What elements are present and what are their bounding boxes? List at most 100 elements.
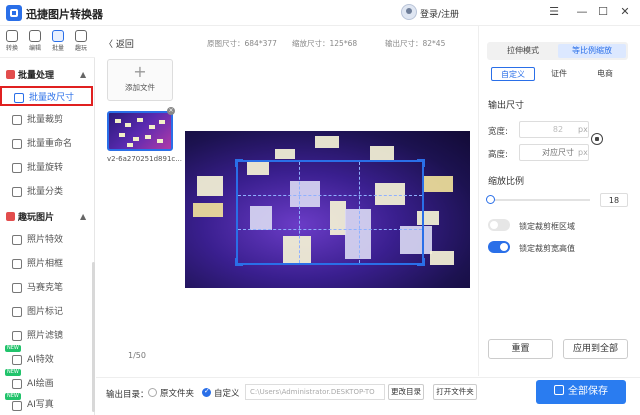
ai-painting-icon: [12, 379, 22, 389]
mode-tabs: 拉伸模式 等比例缩放: [487, 42, 628, 60]
tab-custom[interactable]: 自定义: [491, 67, 535, 81]
original-size-text: 原图尺寸：684*377: [207, 39, 277, 48]
tab-ecommerce[interactable]: 电商: [583, 67, 627, 81]
resize-icon: [14, 93, 24, 103]
lock-icon[interactable]: [591, 133, 603, 145]
close-icon[interactable]: ✕: [617, 4, 633, 20]
app-title: 迅捷图片转换器: [26, 8, 103, 21]
sidebar-scrollbar[interactable]: [92, 262, 95, 412]
sidebar-item-photo-filter[interactable]: 照片滤镜: [0, 326, 93, 346]
crop-handle[interactable]: [235, 258, 243, 266]
user-avatar-icon[interactable]: [401, 4, 417, 20]
chevron-up-icon[interactable]: ▲: [80, 70, 86, 79]
sidebar-item-batch-rotate[interactable]: 批量旋转: [0, 158, 93, 178]
sidebar-item-batch-resize[interactable]: 批量改尺寸: [0, 86, 93, 106]
lock-ratio-toggle[interactable]: [488, 241, 510, 253]
ai-effects-icon: [12, 355, 22, 365]
fun-heading[interactable]: 趣玩图片: [6, 210, 54, 223]
output-path-field[interactable]: C:\Users\Administrator.DESKTOP-TO: [245, 384, 385, 400]
classify-icon: [12, 187, 22, 197]
height-unit: px: [578, 148, 588, 157]
sidebar-item-mosaic[interactable]: 马赛克笔: [0, 278, 93, 298]
filter-icon: [12, 331, 22, 341]
chevron-left-icon: 〈: [104, 40, 116, 50]
lock-crop-label: 锁定裁剪框区域: [519, 222, 575, 231]
batch-heading[interactable]: 批量处理: [6, 68, 54, 81]
scale-slider-track[interactable]: [490, 199, 590, 201]
rename-icon: [12, 139, 22, 149]
original-folder-label: 原文件夹: [160, 389, 195, 399]
sidebar-item-batch-classify[interactable]: 批量分类: [0, 182, 93, 202]
sidebar: 批量处理 ▲ 批量改尺寸 批量裁剪 批量重命名 批量旋转 批量分类 趣玩图片 ▲…: [0, 58, 95, 415]
menu-icon[interactable]: ☰: [546, 4, 562, 20]
back-button[interactable]: 〈 返回: [104, 37, 134, 50]
maximize-icon[interactable]: ☐: [595, 4, 611, 20]
mosaic-icon: [12, 283, 22, 293]
category-rail: 转换 编辑 批量 趣玩: [0, 26, 95, 58]
radio-custom-folder[interactable]: [202, 387, 211, 397]
sidebar-item-ai-painting[interactable]: AI绘画: [0, 374, 93, 394]
crop-frame[interactable]: [235, 159, 425, 266]
crop-handle[interactable]: [417, 258, 425, 266]
sidebar-item-ai-effects[interactable]: AI特效: [0, 350, 93, 370]
scale-heading: 缩放比例: [488, 177, 525, 187]
crop-handle[interactable]: [417, 159, 425, 167]
reset-button[interactable]: 重置: [488, 339, 553, 359]
sidebar-item-photo-frame[interactable]: 照片相框: [0, 254, 93, 274]
radio-original-folder[interactable]: [148, 388, 157, 397]
page-count: 1/50: [128, 351, 146, 360]
rail-batch[interactable]: 批量: [47, 28, 69, 56]
edit-icon: [29, 30, 41, 42]
apply-all-button[interactable]: 应用到全部: [563, 339, 628, 359]
rotate-icon: [12, 163, 22, 173]
login-link[interactable]: 登录/注册: [420, 7, 459, 20]
crop-icon: [12, 115, 22, 125]
change-dir-button[interactable]: 更改目录: [388, 384, 424, 400]
ai-portrait-icon: [12, 401, 22, 411]
fun-icon: [75, 30, 87, 42]
batch-icon: [52, 30, 64, 42]
tab-id-photo[interactable]: 证件: [537, 67, 581, 81]
sidebar-item-batch-crop[interactable]: 批量裁剪: [0, 110, 93, 130]
chevron-up-icon[interactable]: ▲: [80, 212, 86, 221]
width-unit: px: [578, 125, 588, 134]
rail-fun[interactable]: 趣玩: [70, 28, 92, 56]
fun-category-icon: [6, 212, 15, 221]
frame-icon: [12, 259, 22, 269]
minimize-icon[interactable]: —: [574, 4, 590, 20]
batch-category-icon: [6, 70, 15, 79]
tab-stretch-mode[interactable]: 拉伸模式: [489, 44, 557, 58]
save-all-button[interactable]: 全部保存: [536, 380, 626, 404]
output-dir-label: 输出目录：: [106, 390, 149, 400]
effects-icon: [12, 235, 22, 245]
mark-icon: [12, 307, 22, 317]
add-file-button[interactable]: + 添加文件: [107, 59, 173, 101]
sidebar-item-photo-effects[interactable]: 照片特效: [0, 230, 93, 250]
tab-proportional-scale[interactable]: 等比例缩放: [558, 44, 626, 58]
scale-stepper[interactable]: [600, 193, 628, 207]
rail-convert[interactable]: 转换: [1, 28, 23, 56]
remove-file-icon[interactable]: ×: [167, 107, 175, 115]
plus-icon: +: [133, 62, 147, 81]
width-label: 宽度:: [488, 127, 508, 137]
scale-slider-handle[interactable]: [486, 195, 495, 204]
file-thumbnail[interactable]: [107, 111, 173, 151]
sidebar-item-ai-portrait[interactable]: AI写真: [0, 396, 93, 414]
app-logo-icon: [6, 5, 22, 21]
scaled-size-text: 缩放尺寸：125*68: [292, 39, 358, 48]
lock-ratio-label: 锁定裁剪宽高值: [519, 244, 575, 253]
rail-edit[interactable]: 编辑: [24, 28, 46, 56]
output-size-text: 输出尺寸：82*45: [385, 39, 446, 48]
thumbnail-filename: v2-6a270251d891c...: [107, 155, 182, 163]
save-icon: [554, 385, 564, 395]
custom-folder-label: 自定义: [214, 389, 240, 399]
open-folder-button[interactable]: 打开文件夹: [433, 384, 477, 400]
sidebar-item-batch-rename[interactable]: 批量重命名: [0, 134, 93, 154]
title-bar: 迅捷图片转换器 登录/注册 ☰ — ☐ ✕: [0, 0, 640, 26]
sidebar-item-image-mark[interactable]: 图片标记: [0, 302, 93, 322]
lock-crop-toggle[interactable]: [488, 219, 510, 231]
crop-handle[interactable]: [235, 159, 243, 167]
height-label: 高度:: [488, 150, 508, 160]
convert-icon: [6, 30, 18, 42]
output-size-heading: 输出尺寸: [488, 101, 525, 111]
